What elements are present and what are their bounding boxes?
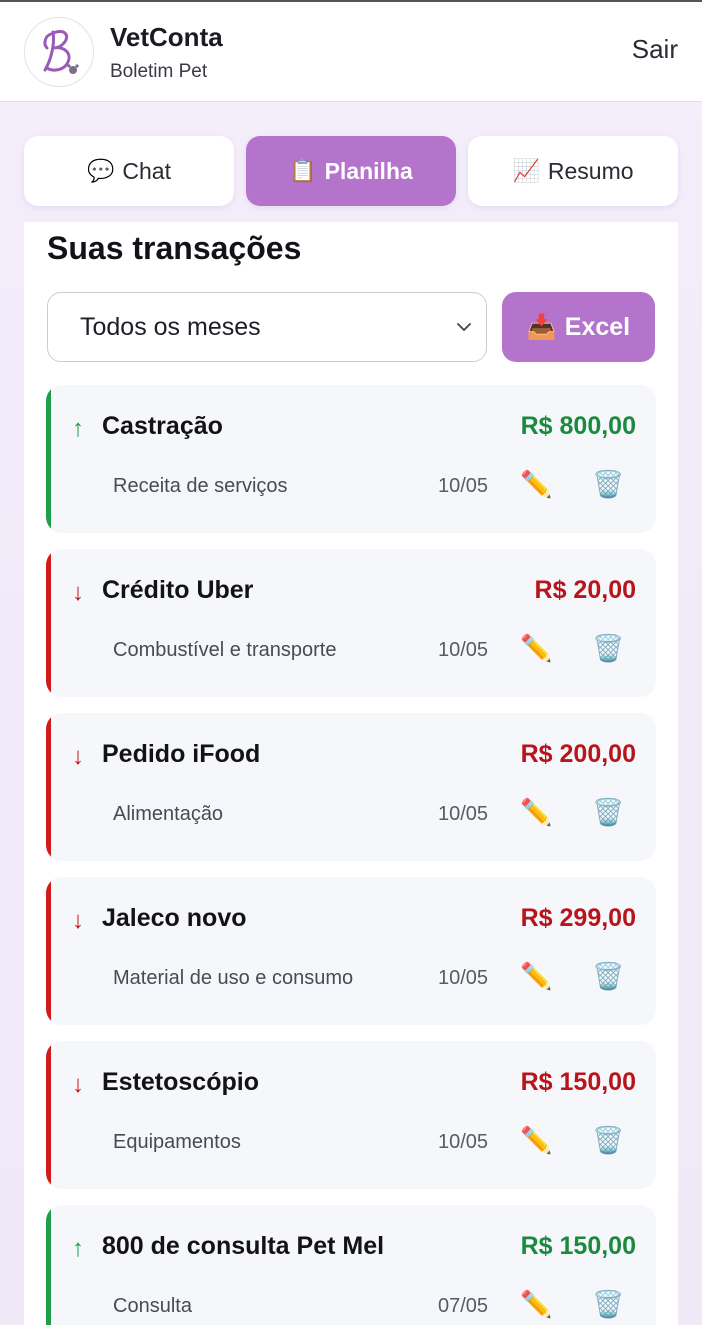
transaction-date: 10/05 [438,475,489,497]
pencil-icon[interactable]: ✏️ [520,633,552,664]
arrow-down-icon: ↓ [72,907,84,934]
transaction-description: Crédito Uber [102,576,254,604]
transaction-date: 10/05 [438,803,489,825]
pencil-icon[interactable]: ✏️ [520,1125,552,1156]
transaction-category: Material de uso e consumo [113,967,354,989]
transaction-description: Pedido iFood [102,740,261,768]
pencil-icon[interactable]: ✏️ [520,961,552,992]
month-filter-select[interactable]: Todos os meses [47,292,487,362]
pencil-icon[interactable]: ✏️ [520,469,552,500]
speech-bubble-icon: 💬 [87,158,115,183]
app-page: VetConta Boletim Pet Sair 💬 Chat 📋 Plani… [0,0,702,1325]
income-indicator-bar [46,385,51,533]
transactions-panel: Suas transações Todos os meses 📥 Excel ↑… [24,222,678,1325]
arrow-down-icon: ↓ [72,743,84,770]
transaction-amount: R$ 299,00 [520,904,636,932]
transaction-row[interactable]: ↓ Jaleco novo R$ 299,00 Material de uso … [46,877,656,1025]
transaction-row[interactable]: ↓ Estetoscópio R$ 150,00 Equipamentos 10… [46,1041,656,1189]
logout-button[interactable]: Sair [632,34,678,65]
tab-planilha-label: Planilha [324,157,413,184]
script-b-logo-icon [43,29,79,74]
tab-resumo-label: Resumo [547,157,634,184]
transaction-date: 10/05 [438,1131,489,1153]
tab-chat-label: Chat [122,157,171,184]
tab-chat[interactable]: 💬 Chat [24,136,234,206]
arrow-down-icon: ↓ [72,579,84,606]
app-logo [24,17,94,87]
arrow-up-icon: ↑ [72,415,84,442]
transaction-date: 10/05 [438,967,489,989]
transaction-amount: R$ 200,00 [520,740,636,768]
export-excel-label: Excel [564,312,631,341]
transaction-category: Receita de serviços [113,475,288,497]
transaction-category: Consulta [113,1295,192,1317]
transaction-description: 800 de consulta Pet Mel [102,1232,385,1260]
pencil-icon[interactable]: ✏️ [520,1289,552,1320]
chevron-down-icon [457,323,471,331]
transaction-category: Alimentação [113,803,224,825]
arrow-up-icon: ↑ [72,1235,84,1262]
trash-icon[interactable]: 🗑️ [592,1289,624,1320]
trash-icon[interactable]: 🗑️ [592,469,624,500]
export-excel-button[interactable]: 📥 Excel [502,292,655,362]
tab-planilha[interactable]: 📋 Planilha [246,136,456,206]
inbox-tray-icon: 📥 [526,313,557,341]
transaction-amount: R$ 20,00 [534,576,636,604]
transaction-amount: R$ 150,00 [520,1068,636,1096]
income-indicator-bar [46,1205,51,1325]
transaction-date: 10/05 [438,639,489,661]
transaction-row[interactable]: ↑ 800 de consulta Pet Mel R$ 150,00 Cons… [46,1205,656,1325]
transaction-description: Castração [102,412,223,440]
transaction-row[interactable]: ↓ Pedido iFood R$ 200,00 Alimentação 10/… [46,713,656,861]
month-filter-value: Todos os meses [80,312,261,341]
transaction-row[interactable]: ↑ Castração R$ 800,00 Receita de serviço… [46,385,656,533]
app-header: VetConta Boletim Pet Sair [0,2,702,102]
transaction-amount: R$ 150,00 [520,1232,636,1260]
trash-icon[interactable]: 🗑️ [592,1125,624,1156]
trash-icon[interactable]: 🗑️ [592,797,624,828]
arrow-down-icon: ↓ [72,1071,84,1098]
clipboard-icon: 📋 [289,158,317,183]
pencil-icon[interactable]: ✏️ [520,797,552,828]
transaction-list: ↑ Castração R$ 800,00 Receita de serviço… [46,385,656,1325]
transaction-category: Combustível e transporte [113,639,337,661]
app-subtitle: Boletim Pet [110,61,208,82]
expense-indicator-bar [46,877,51,1025]
main-tabs: 💬 Chat 📋 Planilha 📈 Resumo [24,136,678,206]
transaction-date: 07/05 [438,1295,489,1317]
page-title: Suas transações [47,230,302,266]
trash-icon[interactable]: 🗑️ [592,961,624,992]
expense-indicator-bar [46,549,51,697]
chart-increasing-icon: 📈 [512,158,540,183]
transaction-description: Jaleco novo [102,904,247,932]
transaction-description: Estetoscópio [102,1068,259,1096]
transaction-amount: R$ 800,00 [520,412,636,440]
expense-indicator-bar [46,713,51,861]
transaction-category: Equipamentos [113,1131,241,1153]
trash-icon[interactable]: 🗑️ [592,633,624,664]
expense-indicator-bar [46,1041,51,1189]
app-title: VetConta [110,22,223,52]
transaction-row[interactable]: ↓ Crédito Uber R$ 20,00 Combustível e tr… [46,549,656,697]
tab-resumo[interactable]: 📈 Resumo [468,136,678,206]
